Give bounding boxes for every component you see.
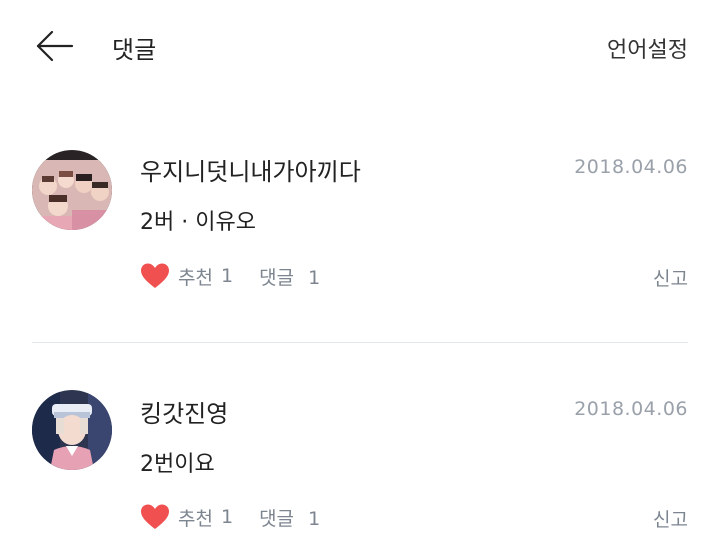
reply-button[interactable]: 댓글 1 [259, 263, 320, 290]
reply-label: 댓글 [259, 266, 295, 289]
report-button[interactable]: 신고 [653, 264, 688, 291]
avatar[interactable] [32, 390, 112, 470]
comment-date: 2018.04.06 [574, 398, 688, 420]
like-label: 추천 [178, 507, 213, 530]
back-button[interactable] [32, 26, 76, 66]
avatar[interactable] [32, 150, 112, 230]
reply-button[interactable]: 댓글 1 [259, 504, 320, 531]
app-header: 댓글 언어설정 [0, 0, 720, 92]
comment-text: 2버 · 이유오 [140, 210, 256, 235]
comment-text: 2번이요 [140, 452, 215, 477]
reply-label: 댓글 [259, 507, 295, 530]
divider [32, 342, 688, 343]
like-button[interactable]: 추천 1 [140, 262, 233, 290]
comment-actions: 추천 1 댓글 1 [140, 262, 320, 290]
portrait-avatar-image [32, 390, 112, 470]
comment-author[interactable]: 킹갓진영 [140, 394, 228, 429]
comment-date: 2018.04.06 [574, 156, 688, 178]
page-title: 댓글 [112, 36, 157, 64]
reply-count: 1 [308, 266, 321, 289]
group-photo-avatar-image [32, 150, 112, 230]
arrow-left-icon [36, 30, 74, 62]
like-count: 1 [220, 265, 234, 287]
heart-icon [141, 263, 169, 288]
language-setting-button[interactable]: 언어설정 [607, 32, 688, 64]
comment-author[interactable]: 우지니덧니내가아끼다 [140, 152, 361, 187]
like-count: 1 [220, 506, 234, 528]
report-button[interactable]: 신고 [653, 505, 688, 532]
heart-icon [141, 504, 169, 529]
like-label: 추천 [178, 266, 213, 289]
comment-actions: 추천 1 댓글 1 [140, 503, 320, 531]
reply-count: 1 [308, 507, 321, 530]
like-button[interactable]: 추천 1 [140, 503, 233, 531]
